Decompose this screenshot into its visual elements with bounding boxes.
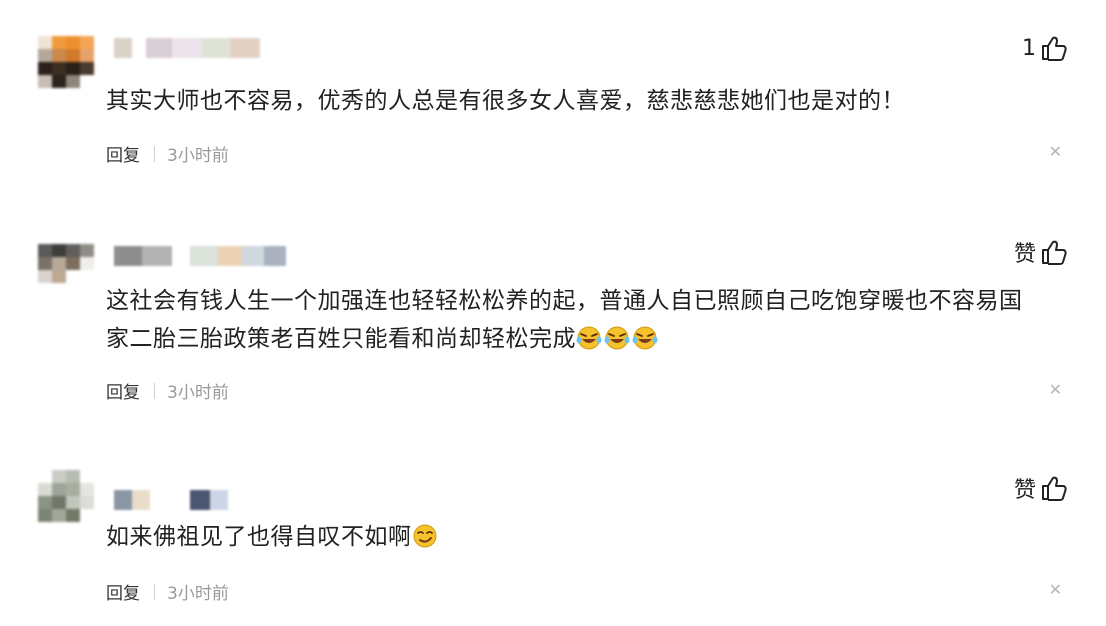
- thumbs-up-icon: [1042, 240, 1067, 265]
- comment-text-segment: 如来佛祖见了也得自叹不如啊: [106, 524, 412, 550]
- avatar[interactable]: [38, 36, 94, 88]
- comment-meta: 回复 3小时前: [106, 579, 229, 604]
- timestamp: 3小时前: [167, 146, 229, 166]
- smirk-emoji: [413, 524, 436, 548]
- thumbs-up-icon: [1042, 476, 1067, 501]
- reply-button[interactable]: 回复: [106, 378, 140, 403]
- close-icon[interactable]: ✕: [1049, 580, 1062, 599]
- username-blurred[interactable]: [114, 246, 286, 266]
- thumbs-up-icon: [1042, 36, 1067, 61]
- like-count: 1: [1022, 35, 1036, 61]
- comment-text: 其实大师也不容易，优秀的人总是有很多女人喜爱，慈悲慈悲她们也是对的！: [106, 88, 905, 114]
- like-label: 赞: [1013, 242, 1036, 267]
- divider: [154, 583, 155, 600]
- comment-text-segment: 家二胎三胎政策老百姓只能看和尚却轻松完成: [106, 326, 576, 352]
- laughing-crying-emoji: [576, 326, 602, 350]
- laughing-crying-emoji: [632, 326, 658, 350]
- comment-text: 如来佛祖见了也得自叹不如啊: [106, 518, 1046, 556]
- comment-meta: 回复 3小时前: [106, 378, 229, 403]
- divider: [154, 382, 155, 399]
- avatar[interactable]: [38, 244, 94, 284]
- avatar[interactable]: [38, 470, 94, 522]
- laughing-crying-emoji: [604, 326, 630, 350]
- comment-list: 1 其实大师也不容易，优秀的人总是有很多女人喜爱，慈悲慈悲她们也是对的！ 回复 …: [0, 0, 1106, 626]
- comment-meta: 回复 3小时前: [106, 141, 229, 166]
- reply-button[interactable]: 回复: [106, 579, 140, 604]
- username-blurred[interactable]: [114, 490, 228, 510]
- close-icon[interactable]: ✕: [1049, 380, 1062, 399]
- divider: [154, 145, 155, 162]
- reply-button[interactable]: 回复: [106, 141, 140, 166]
- comment-text-line: 这社会有钱人生一个加强连也轻轻松松养的起，普通人自已照顾自己吃饱穿暖也不容易国: [106, 288, 1023, 314]
- comment-text-line: 家二胎三胎政策老百姓只能看和尚却轻松完成: [106, 320, 1046, 358]
- close-icon[interactable]: ✕: [1049, 142, 1062, 161]
- timestamp: 3小时前: [167, 584, 229, 604]
- comment-text: 这社会有钱人生一个加强连也轻轻松松养的起，普通人自已照顾自己吃饱穿暖也不容易国 …: [106, 282, 1046, 358]
- username-blurred[interactable]: [114, 38, 260, 58]
- timestamp: 3小时前: [167, 383, 229, 403]
- like-button[interactable]: 赞: [1014, 472, 1068, 504]
- like-button[interactable]: 1: [1022, 34, 1068, 62]
- like-label: 赞: [1013, 478, 1036, 503]
- like-button[interactable]: 赞: [1014, 236, 1068, 268]
